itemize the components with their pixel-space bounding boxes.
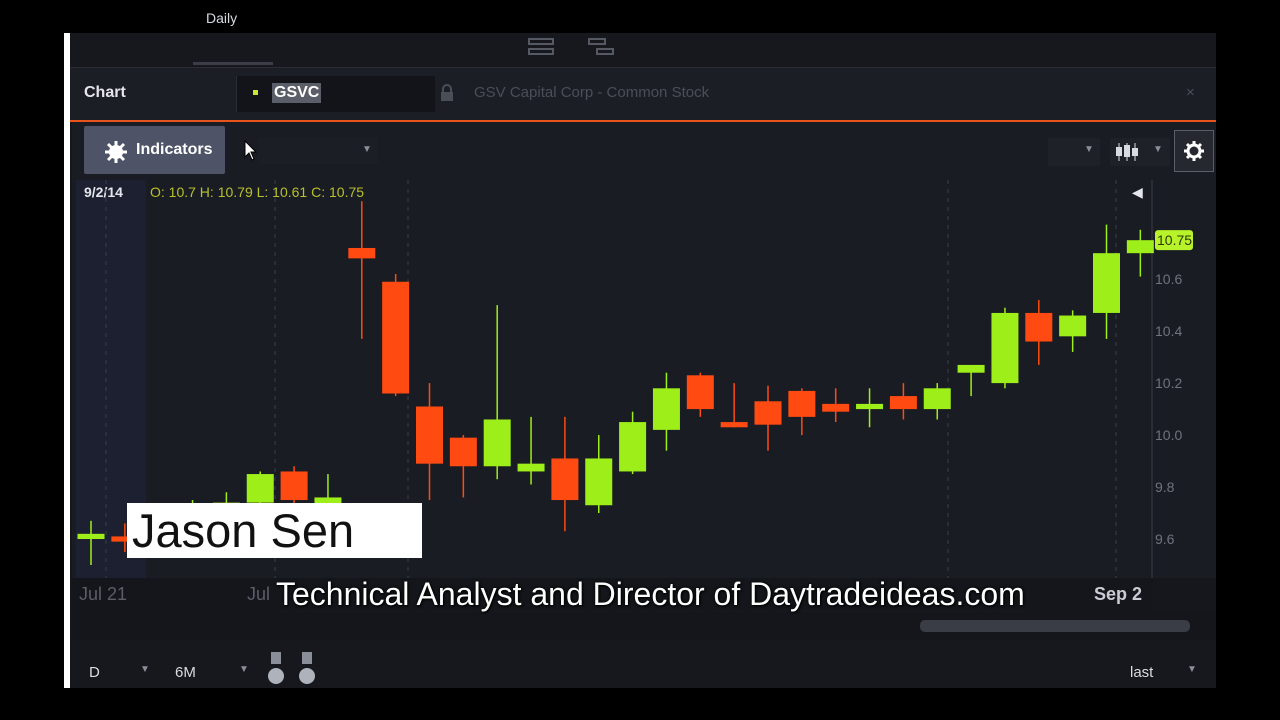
candle-body-down bbox=[720, 422, 748, 428]
candle-body-down bbox=[280, 471, 308, 501]
candle-body-down bbox=[449, 437, 477, 467]
candle-body-down bbox=[416, 406, 443, 464]
x-tick-label: Jul bbox=[247, 584, 270, 604]
x-tick-label: Jul 21 bbox=[79, 584, 127, 604]
candle-body-up bbox=[856, 403, 884, 410]
candle-body-down bbox=[1025, 312, 1053, 342]
candle-body-down bbox=[382, 281, 410, 394]
candle-body-up bbox=[517, 463, 545, 472]
y-tick-label: 10.0 bbox=[1155, 427, 1182, 443]
timeframe-select[interactable]: 6M bbox=[175, 660, 196, 686]
candle-body-down bbox=[551, 458, 579, 501]
y-tick-label: 10.6 bbox=[1155, 271, 1182, 287]
candle-body-down bbox=[889, 396, 917, 410]
presenter-caption: Technical Analyst and Director of Daytra… bbox=[276, 576, 1025, 612]
candle-body-up bbox=[1126, 240, 1154, 254]
price-type-select[interactable]: last bbox=[1130, 660, 1153, 686]
candle-body-up bbox=[1059, 315, 1087, 337]
candle-body-down bbox=[754, 401, 782, 425]
candle-body-up bbox=[1093, 253, 1120, 313]
candle-body-up bbox=[246, 474, 274, 503]
candle-body-down bbox=[822, 403, 850, 412]
x-tick-label: Sep 2 bbox=[1094, 584, 1142, 604]
candle-body-up bbox=[991, 312, 1019, 384]
last-price-label: 10.75 bbox=[1157, 232, 1192, 248]
presenter-name: Jason Sen bbox=[132, 504, 355, 557]
candle-body-up bbox=[652, 388, 680, 430]
candle-body-up bbox=[619, 422, 647, 472]
chevron-down-icon[interactable]: ▼ bbox=[1187, 664, 1197, 675]
chevron-down-icon[interactable]: ▼ bbox=[239, 664, 249, 675]
y-tick-label: 9.6 bbox=[1155, 531, 1175, 547]
candle-body-down bbox=[348, 247, 376, 259]
candle-body-up bbox=[483, 419, 511, 467]
candle-body-up bbox=[585, 458, 613, 506]
y-tick-label: 9.8 bbox=[1155, 479, 1175, 495]
candle-body-up bbox=[957, 364, 985, 373]
y-tick-label: 10.4 bbox=[1155, 323, 1182, 339]
chevron-down-icon[interactable]: ▼ bbox=[140, 664, 150, 675]
zoom-out-icon[interactable] bbox=[266, 650, 286, 686]
y-tick-label: 10.2 bbox=[1155, 375, 1182, 391]
candle-body-down bbox=[788, 390, 816, 417]
candle-body-up bbox=[923, 388, 951, 410]
candle-body-up bbox=[77, 533, 105, 540]
candle-body-down bbox=[686, 375, 714, 410]
aggregation-select[interactable]: D bbox=[89, 660, 100, 686]
zoom-in-icon[interactable] bbox=[297, 650, 317, 686]
